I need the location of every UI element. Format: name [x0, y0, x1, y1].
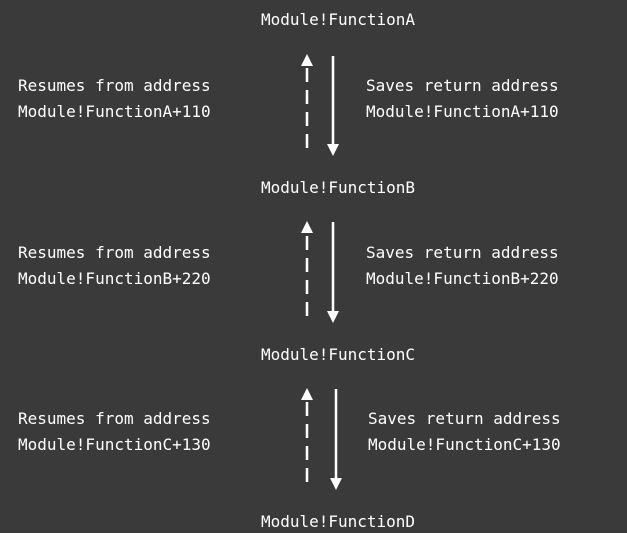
- arrows-layer: [301, 54, 342, 490]
